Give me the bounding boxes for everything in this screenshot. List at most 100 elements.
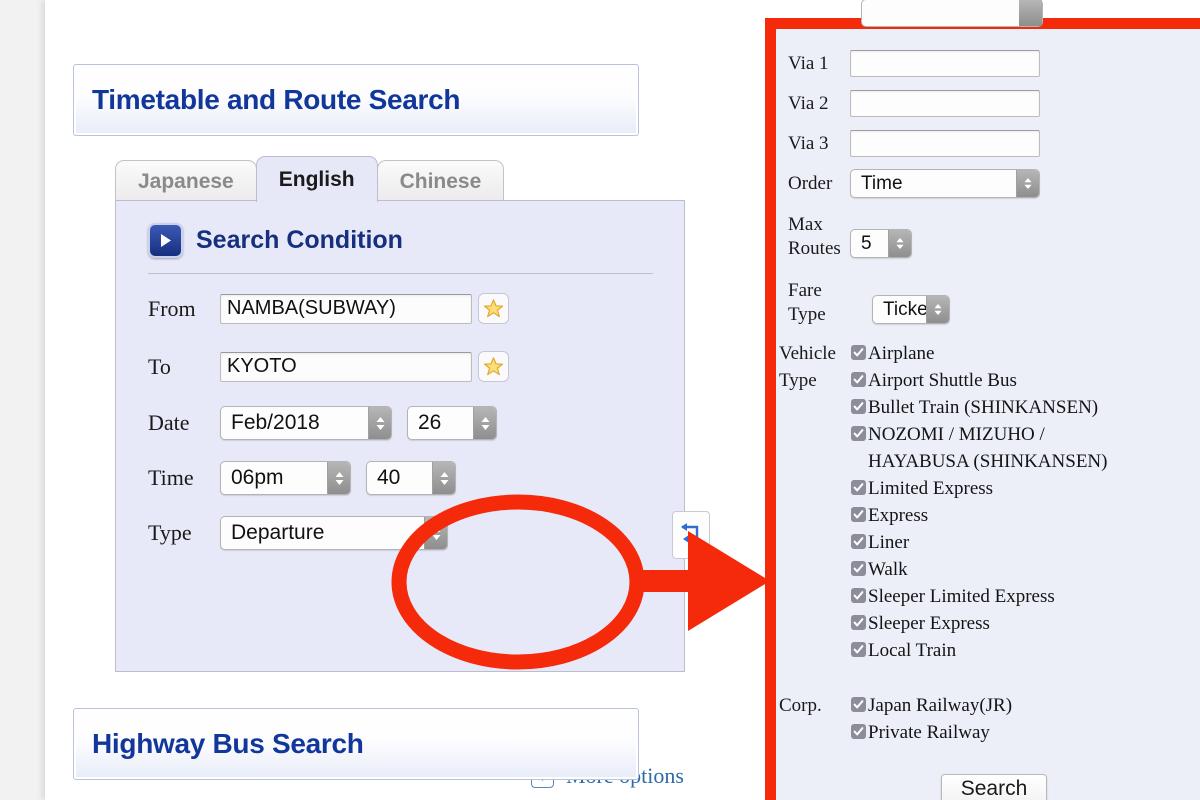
corp-type-label: Private Railway [868, 722, 990, 743]
vehicle-type-label: Vehicle Type [779, 340, 851, 394]
tab-chinese-label: Chinese [399, 169, 482, 193]
checkbox-checked-icon[interactable] [851, 426, 866, 441]
stepper-arrows-icon [327, 462, 350, 494]
checkbox-checked-icon[interactable] [851, 697, 866, 712]
vehicle-type-item[interactable]: Express [851, 502, 1107, 529]
type-select[interactable]: Departure [220, 516, 448, 550]
vehicle-type-item[interactable]: Local Train [851, 637, 1107, 664]
search-button-label: Search [960, 777, 1028, 800]
stepper-arrows-icon [888, 230, 911, 257]
stepper-arrows-icon [473, 407, 496, 439]
max-routes-row: Max Routes 5 [788, 213, 912, 261]
vehicle-type-label: Bullet Train (SHINKANSEN) [868, 397, 1099, 418]
checkbox-checked-icon[interactable] [851, 615, 866, 630]
tab-english[interactable]: English [255, 156, 378, 202]
via-3-label: Via 3 [788, 132, 829, 154]
checkbox-checked-icon[interactable] [851, 534, 866, 549]
stepper-arrows-icon [1016, 170, 1039, 197]
date-row: Date Feb/2018 26 [148, 406, 497, 440]
max-routes-label-line1: Max [788, 214, 823, 235]
timetable-banner-title: Timetable and Route Search [92, 84, 461, 115]
fare-type-select[interactable]: Ticke [872, 295, 950, 324]
max-routes-value: 5 [861, 232, 872, 254]
checkbox-checked-icon[interactable] [851, 480, 866, 495]
vehicle-type-item[interactable]: Airport Shuttle Bus [851, 367, 1107, 394]
max-routes-select[interactable]: 5 [850, 229, 912, 258]
time-row: Time 06pm 40 [148, 461, 456, 495]
corp-type-item[interactable]: Japan Railway(JR) [851, 692, 1012, 719]
vehicle-type-label: Airport Shuttle Bus [868, 370, 1017, 391]
vehicle-type-label: Liner [868, 532, 910, 553]
vehicle-type-label-continuation: HAYABUSA (SHINKANSEN) [868, 451, 1108, 472]
from-favorite-star-icon[interactable] [478, 293, 509, 324]
time-label: Time [148, 465, 194, 490]
corp-checkbox-list: Japan Railway(JR) Private Railway [851, 692, 1012, 746]
time-hour-value: 06pm [231, 466, 284, 489]
tab-japanese-label: Japanese [138, 169, 234, 193]
checkbox-checked-icon[interactable] [851, 642, 866, 657]
fare-type-label: Fare Type [788, 279, 850, 327]
to-label: To [148, 353, 171, 379]
corp-type-label: Japan Railway(JR) [868, 695, 1013, 716]
checkbox-checked-icon[interactable] [851, 724, 866, 739]
more-options-search-button[interactable]: Search [941, 774, 1047, 800]
partial-select-above-fold[interactable] [861, 0, 1043, 27]
checkbox-checked-icon[interactable] [851, 372, 866, 387]
time-minute-value: 40 [377, 466, 401, 489]
to-favorite-star-icon[interactable] [478, 351, 509, 382]
from-row: From NAMBA(SUBWAY) [148, 293, 509, 324]
stepper-arrows-icon [1019, 0, 1042, 26]
checkbox-checked-icon[interactable] [851, 345, 866, 360]
vehicle-type-label: NOZOMI / MIZUHO / [868, 424, 1045, 445]
checkbox-checked-icon[interactable] [851, 561, 866, 576]
via-2-row: Via 2 [788, 90, 1040, 117]
via-3-input[interactable] [850, 130, 1040, 157]
vehicle-type-item[interactable]: Sleeper Express [851, 610, 1107, 637]
time-hour-select[interactable]: 06pm [220, 461, 351, 495]
via-2-input[interactable] [850, 90, 1040, 117]
date-label: Date [148, 410, 190, 435]
from-input[interactable]: NAMBA(SUBWAY) [220, 293, 472, 324]
to-input[interactable]: KYOTO [220, 351, 472, 382]
date-month-select[interactable]: Feb/2018 [220, 406, 392, 440]
vehicle-type-item[interactable]: Liner [851, 529, 1107, 556]
order-value: Time [861, 172, 903, 194]
tab-japanese[interactable]: Japanese [115, 160, 257, 202]
vehicle-type-label: Walk [868, 559, 908, 580]
corp-label: Corp. [779, 695, 822, 716]
checkbox-checked-icon[interactable] [851, 507, 866, 522]
language-tabs: Japanese English Chinese [115, 156, 505, 202]
vehicle-type-item[interactable]: Bullet Train (SHINKANSEN) [851, 394, 1107, 421]
date-day-select[interactable]: 26 [407, 406, 497, 440]
corp-row: Corp. Japan Railway(JR) Private Railway [779, 692, 1012, 746]
tab-chinese[interactable]: Chinese [376, 160, 505, 202]
vehicle-type-item[interactable]: NOZOMI / MIZUHO / [851, 421, 1107, 448]
vehicle-type-label: Airplane [868, 343, 935, 364]
order-select[interactable]: Time [850, 169, 1040, 198]
type-value: Departure [231, 521, 325, 544]
stepper-arrows-icon [424, 517, 447, 549]
vehicle-type-item[interactable]: Walk [851, 556, 1107, 583]
vehicle-type-checkbox-list: Airplane Airport Shuttle Bus Bullet Train … [851, 340, 1107, 664]
date-month-value: Feb/2018 [231, 411, 320, 434]
via-1-row: Via 1 [788, 50, 1040, 77]
order-label: Order [788, 172, 833, 194]
vehicle-type-label: Limited Express [868, 478, 994, 499]
to-row: To KYOTO [148, 351, 509, 382]
stepper-arrows-icon [368, 407, 391, 439]
checkbox-checked-icon[interactable] [851, 588, 866, 603]
time-minute-select[interactable]: 40 [366, 461, 456, 495]
vehicle-type-label: Local Train [868, 640, 957, 661]
swap-from-to-button[interactable] [672, 511, 710, 559]
checkbox-checked-icon[interactable] [851, 399, 866, 414]
vehicle-type-item[interactable]: Sleeper Limited Express [851, 583, 1107, 610]
via-1-label: Via 1 [788, 52, 829, 74]
via-2-label: Via 2 [788, 92, 829, 114]
via-1-input[interactable] [850, 50, 1040, 77]
page-content: Timetable and Route Search Japanese Engl… [45, 0, 757, 800]
corp-type-item[interactable]: Private Railway [851, 719, 1012, 746]
vehicle-type-item[interactable]: Airplane [851, 340, 1107, 367]
vehicle-type-item[interactable]: Limited Express [851, 475, 1107, 502]
type-row: Type Departure [148, 516, 448, 550]
order-row: Order Time [788, 169, 1040, 198]
